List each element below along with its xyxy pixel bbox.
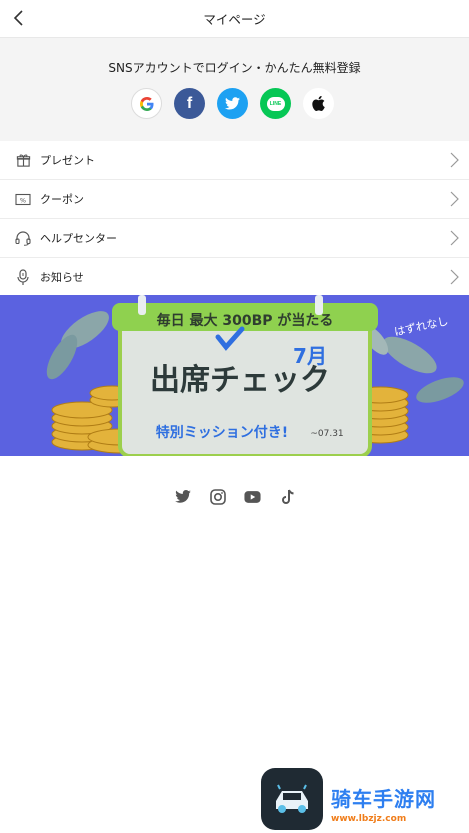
google-login-button[interactable]: [131, 88, 162, 119]
sns-login-buttons: f LINE: [131, 88, 334, 119]
banner-artwork: 毎日 最大 300BP が当たる 出席チェック 7月 特別ミッション付き! ~0…: [46, 295, 464, 456]
twitter-login-button[interactable]: [217, 88, 248, 119]
tiktok-icon[interactable]: [279, 488, 296, 505]
menu-item-coupon[interactable]: % クーポン: [0, 180, 469, 219]
chevron-right-icon: [450, 191, 459, 207]
sns-login-section: SNSアカウントでログイン・かんたん無料登録 f LINE: [0, 38, 469, 141]
headset-icon: [14, 229, 32, 247]
svg-text:%: %: [20, 196, 26, 204]
social-links: [174, 488, 296, 505]
back-button[interactable]: [6, 5, 32, 31]
facebook-icon: f: [186, 94, 193, 112]
banner-tag: はずれなし: [393, 315, 450, 339]
watermark: 骑车手游网 www.lbzjz.com: [331, 778, 466, 828]
page-title: マイページ: [203, 12, 266, 27]
chevron-right-icon: [450, 269, 459, 285]
twitter-icon: [225, 97, 240, 110]
coupon-icon: %: [14, 190, 32, 208]
youtube-icon[interactable]: [244, 488, 261, 505]
microphone-icon: [14, 268, 32, 286]
menu-item-label: クーポン: [40, 193, 84, 206]
watermark-url: www.lbzjz.com: [331, 813, 407, 824]
banner-month: 7月: [293, 344, 327, 368]
menu-item-label: お知らせ: [40, 271, 84, 284]
banner-date: ~07.31: [310, 429, 343, 439]
apple-login-button[interactable]: [303, 88, 334, 119]
twitter-icon[interactable]: [174, 488, 191, 505]
chevron-left-icon: [13, 10, 23, 26]
menu-item-label: プレゼント: [40, 154, 95, 167]
gift-icon: [14, 151, 32, 169]
chevron-right-icon: [450, 152, 459, 168]
instagram-icon[interactable]: [209, 488, 226, 505]
menu-item-notice[interactable]: お知らせ: [0, 258, 469, 296]
line-login-button[interactable]: LINE: [260, 88, 291, 119]
banner-sub-text: 特別ミッション付き!: [156, 424, 288, 441]
watermark-title: 骑车手游网: [331, 786, 436, 811]
google-icon: [139, 96, 153, 111]
car-icon: [276, 784, 308, 813]
banner-main-text: 出席チェック: [150, 363, 330, 398]
apple-icon: [312, 96, 325, 111]
banner-top-text: 毎日 最大 300BP が当たる: [157, 312, 334, 329]
top-bar: マイページ: [0, 0, 469, 38]
attendance-campaign-banner[interactable]: 毎日 最大 300BP が当たる 出席チェック 7月 特別ミッション付き! ~0…: [0, 295, 469, 456]
chevron-right-icon: [450, 230, 459, 246]
sns-login-title: SNSアカウントでログイン・かんたん無料登録: [108, 61, 361, 75]
line-icon: LINE: [266, 96, 285, 111]
menu-item-label: ヘルプセンター: [40, 232, 117, 245]
menu-list: プレゼント % クーポン ヘルプセンター お知らせ: [0, 141, 469, 296]
menu-item-help-center[interactable]: ヘルプセンター: [0, 219, 469, 258]
watermark-logo: [261, 768, 323, 830]
menu-item-present[interactable]: プレゼント: [0, 141, 469, 180]
facebook-login-button[interactable]: f: [174, 88, 205, 119]
